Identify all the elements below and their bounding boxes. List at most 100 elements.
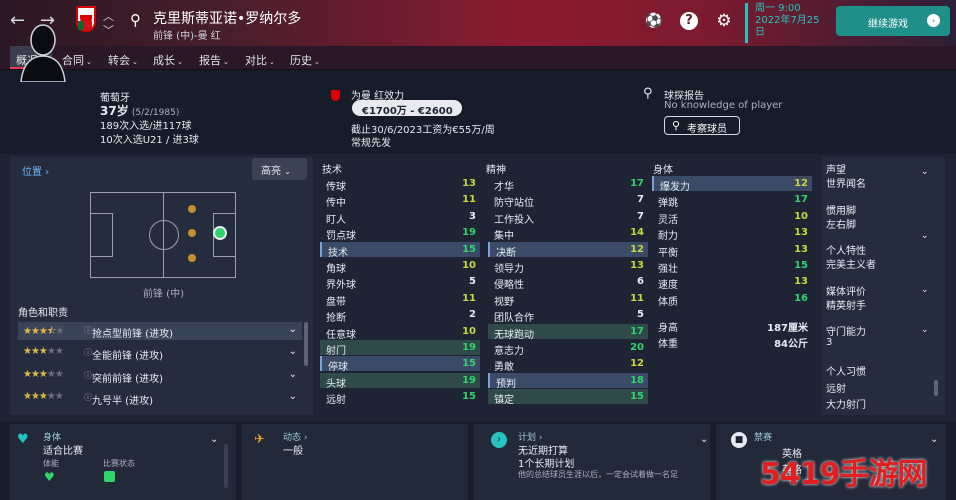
reputation-label: 声望 — [826, 165, 846, 176]
mental-attribute-row[interactable]: 决断 12 — [488, 241, 648, 259]
tech-attribute-row[interactable]: 抢断 2 — [320, 307, 480, 324]
roles-scrollbar[interactable] — [304, 322, 308, 366]
ball-icon[interactable]: ⚽ — [645, 12, 663, 30]
tech-attribute-row[interactable]: 远射 15 — [320, 389, 480, 406]
physical-attribute-row[interactable]: 弹跳 17 — [652, 192, 812, 210]
mental-attribute-row[interactable]: 领导力 13 — [488, 258, 648, 275]
tech-attribute-row[interactable]: 罚点球 19 — [320, 225, 480, 242]
physical-attribute-row[interactable]: 平衡 13 — [652, 242, 812, 259]
dynamics-card[interactable] — [242, 424, 468, 500]
attribute-value: 19 — [462, 227, 476, 239]
mental-attribute-row[interactable]: 团队合作 5 — [488, 307, 648, 325]
tech-attribute-row[interactable]: 盯人 3 — [320, 209, 480, 226]
chevron-down-icon: ⌄ — [700, 434, 709, 445]
mental-attribute-row[interactable]: 镇定 15 — [488, 389, 648, 406]
attribute-label: 决断 — [496, 247, 516, 259]
help-icon[interactable]: ? — [680, 12, 698, 30]
gear-icon[interactable]: ⚙ — [715, 12, 733, 30]
physical-attribute-row[interactable]: 体质 16 — [652, 291, 812, 308]
physical-attribute-row[interactable]: 速度 13 — [652, 274, 812, 292]
tab-history[interactable]: 历史 ⌄ — [290, 52, 320, 68]
chevron-down-icon[interactable]: ⌄ — [921, 231, 929, 241]
date-day: 2022年7月25 — [755, 15, 820, 26]
date-suffix: 日 — [755, 27, 765, 38]
tech-attribute-row[interactable]: 射门 19 — [320, 340, 480, 357]
role-item[interactable]: ★★★★★ ⓘ 九号半 (进攻) ⌄ — [18, 389, 302, 407]
attribute-value: 12 — [630, 358, 644, 370]
chevron-down-icon: ⌄ — [288, 324, 297, 335]
attribute-label: 弹跳 — [658, 198, 678, 210]
age: 37岁 — [100, 104, 129, 118]
heart-icon: ♥ — [44, 470, 55, 484]
attribute-label: 团队合作 — [494, 313, 534, 325]
attribute-value: 15 — [462, 243, 476, 255]
physical-attribute-row[interactable]: 爆发力 12 — [652, 176, 812, 193]
position-link[interactable]: 位置 › — [22, 163, 49, 178]
attribute-value: 15 — [462, 358, 476, 370]
attribute-label: 预判 — [496, 378, 516, 390]
scout-player-button[interactable]: ⚲ 考察球员 — [664, 116, 740, 135]
info-icon: ⓘ — [84, 348, 92, 357]
chevron-down-icon[interactable]: ⌄ — [921, 285, 929, 295]
chevron-down-icon[interactable]: ⌄ — [921, 325, 929, 335]
attribute-label: 强壮 — [658, 264, 678, 275]
side-scrollbar[interactable] — [934, 380, 938, 396]
mental-attribute-row[interactable]: 集中 14 — [488, 225, 648, 242]
tech-attribute-row[interactable]: 界外球 5 — [320, 274, 480, 291]
attribute-label: 速度 — [658, 280, 678, 292]
height-value: 187厘米 — [767, 323, 808, 334]
mental-attribute-row[interactable]: 勇敢 12 — [488, 356, 648, 373]
physical-attribute-row[interactable]: 灵活 10 — [652, 209, 812, 226]
role-item[interactable]: ★★★★★ ⓘ 全能前锋 (进攻) ⌄ — [18, 344, 302, 362]
attribute-value: 19 — [462, 374, 476, 386]
tab-reports[interactable]: 报告 ⌄ — [199, 52, 229, 68]
physical-attribute-row[interactable]: 耐力 13 — [652, 225, 812, 242]
attribute-label: 领导力 — [494, 264, 524, 275]
habit-value: 大力射门 — [826, 400, 866, 411]
physical-title: 身体 — [653, 165, 673, 176]
attribute-label: 盯人 — [326, 214, 346, 226]
tab-transfer[interactable]: 转会 ⌄ — [108, 52, 138, 68]
pitch-diagram — [90, 192, 236, 278]
attribute-value: 16 — [794, 292, 808, 304]
media-label: 媒体评价 — [826, 287, 866, 298]
tab-compare[interactable]: 对比 ⌄ — [245, 52, 275, 68]
condition-label: 体能 — [43, 459, 59, 468]
role-item[interactable]: ★★★⯪★ ⓘ 抢点型前锋 (进攻) ⌄ — [18, 322, 302, 340]
chevron-down-icon: ⌄ — [288, 391, 297, 402]
attribute-value: 15 — [462, 391, 476, 403]
tech-attribute-row[interactable]: 传中 11 — [320, 192, 480, 209]
mental-attribute-row[interactable]: 视野 11 — [488, 291, 648, 308]
tech-attribute-row[interactable]: 传球 13 — [320, 176, 480, 193]
tech-attribute-row[interactable]: 角球 10 — [320, 258, 480, 275]
tech-attribute-row[interactable]: 技术 15 — [320, 241, 480, 259]
info-icon: ⓘ — [84, 326, 92, 335]
chevron-down-icon: ⌄ — [930, 434, 939, 445]
search-icon[interactable]: ⚲ — [130, 11, 141, 29]
personality-label: 个人特性 — [826, 246, 866, 257]
attribute-value: 13 — [462, 178, 476, 189]
mental-attribute-row[interactable]: 才华 17 — [488, 176, 648, 193]
physical-attribute-row[interactable]: 强壮 15 — [652, 258, 812, 275]
tech-attribute-row[interactable]: 盘带 11 — [320, 291, 480, 308]
plans-card[interactable] — [474, 424, 710, 500]
tech-attribute-row[interactable]: 头球 19 — [320, 372, 480, 390]
role-item[interactable]: ★★★★★ ⓘ 突前前锋 (进攻) ⌄ — [18, 367, 302, 385]
attribute-label: 无球跑动 — [494, 329, 534, 341]
mental-attribute-row[interactable]: 意志力 20 — [488, 340, 648, 357]
attribute-value: 10 — [462, 260, 476, 271]
attribute-value: 12 — [794, 178, 808, 189]
transfer-value[interactable]: €1700万 - €2600万 — [352, 100, 462, 132]
highlight-dropdown[interactable]: 高亮 ⌄ — [252, 158, 307, 180]
mental-attribute-row[interactable]: 工作投入 7 — [488, 209, 648, 226]
mental-attribute-row[interactable]: 防守站位 7 — [488, 192, 648, 209]
mental-attribute-row[interactable]: 无球跑动 17 — [488, 323, 648, 341]
mental-attribute-row[interactable]: 预判 18 — [488, 372, 648, 390]
tech-attribute-row[interactable]: 停球 15 — [320, 356, 480, 373]
chevron-down-icon[interactable]: ﹀ — [103, 22, 114, 38]
chevron-down-icon[interactable]: ⌄ — [921, 167, 929, 177]
tech-attribute-row[interactable]: 任意球 10 — [320, 324, 480, 341]
mental-attribute-row[interactable]: 侵略性 6 — [488, 274, 648, 291]
continue-button[interactable]: 继续游戏 › — [836, 6, 950, 36]
tab-development[interactable]: 成长 ⌄ — [153, 52, 183, 68]
